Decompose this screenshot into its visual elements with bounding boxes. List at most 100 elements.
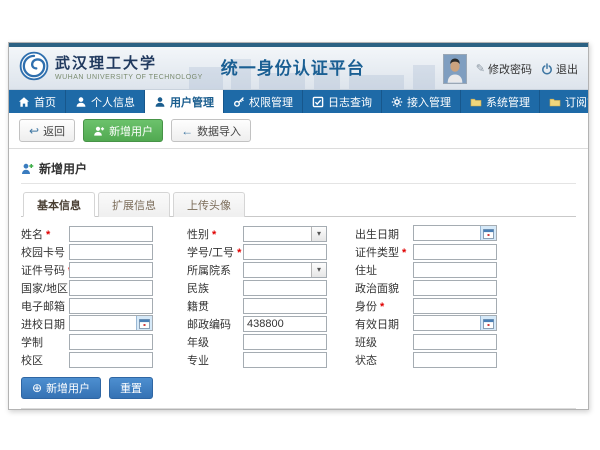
field-id-type-label: 证件类型* bbox=[355, 244, 413, 260]
back-button[interactable]: ↩ 返回 bbox=[19, 119, 75, 142]
campus-card-input[interactable] bbox=[69, 244, 153, 260]
col-gender: 性别 bbox=[168, 410, 258, 411]
home-icon bbox=[18, 96, 30, 108]
university-subtitle: WUHAN UNIVERSITY OF TECHNOLOGY bbox=[55, 74, 203, 81]
nav-item-access-mgmt[interactable]: 接入管理 bbox=[382, 90, 461, 113]
tab-bar: 基本信息 扩展信息 上传头像 bbox=[21, 191, 576, 217]
name-input[interactable] bbox=[69, 226, 153, 242]
nav-item-profile[interactable]: 个人信息 bbox=[66, 90, 145, 113]
field-valid-date-label: 有效日期 bbox=[355, 316, 413, 332]
tab-upload-avatar[interactable]: 上传头像 bbox=[173, 192, 245, 217]
folder-icon bbox=[470, 96, 482, 108]
main-nav: 首页 个人信息 用户管理 权限管理 bbox=[9, 90, 588, 113]
content-panel: 新增用户 基本信息 扩展信息 上传头像 姓名* 性别* ▾ 出生日期 校园卡号 … bbox=[9, 149, 588, 410]
field-native-place-label: 籍贯 bbox=[187, 298, 243, 314]
nav-item-home[interactable]: 首页 bbox=[9, 90, 66, 113]
tab-basic-info[interactable]: 基本信息 bbox=[23, 192, 95, 217]
required-asterisk: * bbox=[46, 229, 50, 241]
logout-label: 退出 bbox=[556, 61, 578, 77]
user-area: ✎ 修改密码 退出 bbox=[443, 47, 578, 90]
identity-input[interactable] bbox=[413, 298, 497, 314]
campus-input[interactable] bbox=[69, 352, 153, 368]
add-user-toolbar-button[interactable]: 新增用户 bbox=[83, 119, 163, 142]
department-select[interactable]: ▾ bbox=[243, 262, 327, 278]
required-asterisk: * bbox=[237, 247, 241, 259]
calendar-icon[interactable] bbox=[480, 316, 496, 330]
folder-icon bbox=[549, 96, 561, 108]
required-asterisk: * bbox=[380, 301, 384, 313]
user-plus-icon bbox=[93, 125, 105, 137]
field-class-label: 班级 bbox=[355, 334, 413, 350]
tab-extended-info[interactable]: 扩展信息 bbox=[98, 192, 170, 217]
nav-item-subscription-mgmt[interactable]: 订阅管理 bbox=[540, 90, 589, 113]
university-logo-icon bbox=[19, 51, 49, 81]
email-input[interactable] bbox=[69, 298, 153, 314]
section-title-text: 新增用户 bbox=[39, 160, 87, 177]
required-asterisk: * bbox=[212, 229, 216, 241]
reset-button[interactable]: 重置 bbox=[109, 377, 153, 399]
field-country-label: 国家/地区 bbox=[21, 280, 69, 296]
chevron-down-icon[interactable]: ▾ bbox=[311, 263, 326, 277]
field-email-label: 电子邮箱 bbox=[21, 298, 69, 314]
toolbar: ↩ 返回 新增用户 ← 数据导入 bbox=[9, 113, 588, 149]
app-window: 武汉理工大学 WUHAN UNIVERSITY OF TECHNOLOGY 统一… bbox=[8, 42, 589, 410]
col-name: 姓名 bbox=[108, 410, 168, 411]
calendar-icon[interactable] bbox=[480, 226, 496, 240]
plus-circle-icon: ⊕ bbox=[32, 382, 42, 394]
field-identity-label: 身份* bbox=[355, 298, 413, 314]
field-study-length-label: 学制 bbox=[21, 334, 69, 350]
add-user-icon bbox=[21, 162, 34, 175]
postal-code-input[interactable] bbox=[243, 316, 327, 332]
form-actions: ⊕ 新增用户 重置 bbox=[21, 377, 576, 399]
nav-item-log-query[interactable]: 日志查询 bbox=[303, 90, 382, 113]
nav-item-permission-mgmt[interactable]: 权限管理 bbox=[224, 90, 303, 113]
nav-item-system-mgmt[interactable]: 系统管理 bbox=[461, 90, 540, 113]
field-grade-label: 年级 bbox=[187, 334, 243, 350]
user-icon bbox=[75, 96, 87, 108]
nav-item-user-mgmt[interactable]: 用户管理 bbox=[145, 90, 224, 113]
field-major-label: 专业 bbox=[187, 352, 243, 368]
field-ethnicity-label: 民族 bbox=[187, 280, 243, 296]
user-table-header: 学号/工号 姓名 性别 身份 所属院系 操作 bbox=[22, 409, 575, 410]
enroll-date-input[interactable] bbox=[69, 315, 153, 331]
valid-date-input[interactable] bbox=[413, 315, 497, 331]
field-address-label: 住址 bbox=[355, 262, 413, 278]
university-name: 武汉理工大学 bbox=[55, 52, 203, 73]
platform-title: 统一身份认证平台 bbox=[221, 54, 365, 79]
grade-input[interactable] bbox=[243, 334, 327, 350]
university-name-block: 武汉理工大学 WUHAN UNIVERSITY OF TECHNOLOGY bbox=[55, 52, 203, 81]
student-id-input[interactable] bbox=[243, 244, 327, 260]
field-enroll-date-label: 进校日期 bbox=[21, 316, 69, 332]
col-department: 所属院系 bbox=[305, 410, 531, 411]
back-arrow-icon: ↩ bbox=[29, 125, 39, 137]
ethnicity-input[interactable] bbox=[243, 280, 327, 296]
field-birth-date-label: 出生日期 bbox=[355, 226, 413, 242]
logout-link[interactable]: 退出 bbox=[541, 61, 578, 77]
gender-select[interactable]: ▾ bbox=[243, 226, 327, 242]
data-import-button[interactable]: ← 数据导入 bbox=[171, 119, 251, 142]
country-region-input[interactable] bbox=[69, 280, 153, 296]
change-password-link[interactable]: ✎ 修改密码 bbox=[476, 61, 532, 77]
new-user-form: 姓名* 性别* ▾ 出生日期 校园卡号 学号/工号* 证件类型* 证件号码* 所… bbox=[21, 225, 576, 368]
log-icon bbox=[312, 96, 324, 108]
id-number-input[interactable] bbox=[69, 262, 153, 278]
political-status-input[interactable] bbox=[413, 280, 497, 296]
class-input[interactable] bbox=[413, 334, 497, 350]
field-political-status-label: 政治面貌 bbox=[355, 280, 413, 296]
status-input[interactable] bbox=[413, 352, 497, 368]
field-gender-label: 性别* bbox=[187, 226, 243, 242]
native-place-input[interactable] bbox=[243, 298, 327, 314]
col-student-id: 学号/工号 bbox=[46, 410, 108, 411]
birth-date-input[interactable] bbox=[413, 225, 497, 241]
major-input[interactable] bbox=[243, 352, 327, 368]
calendar-icon[interactable] bbox=[136, 316, 152, 330]
submit-add-user-button[interactable]: ⊕ 新增用户 bbox=[21, 377, 101, 399]
id-type-input[interactable] bbox=[413, 244, 497, 260]
chevron-down-icon[interactable]: ▾ bbox=[311, 227, 326, 241]
section-title: 新增用户 bbox=[21, 155, 576, 184]
address-input[interactable] bbox=[413, 262, 497, 278]
study-length-input[interactable] bbox=[69, 334, 153, 350]
header: 武汉理工大学 WUHAN UNIVERSITY OF TECHNOLOGY 统一… bbox=[9, 47, 588, 90]
field-id-number-label: 证件号码* bbox=[21, 262, 69, 278]
user-table: 学号/工号 姓名 性别 身份 所属院系 操作 bbox=[21, 408, 576, 410]
